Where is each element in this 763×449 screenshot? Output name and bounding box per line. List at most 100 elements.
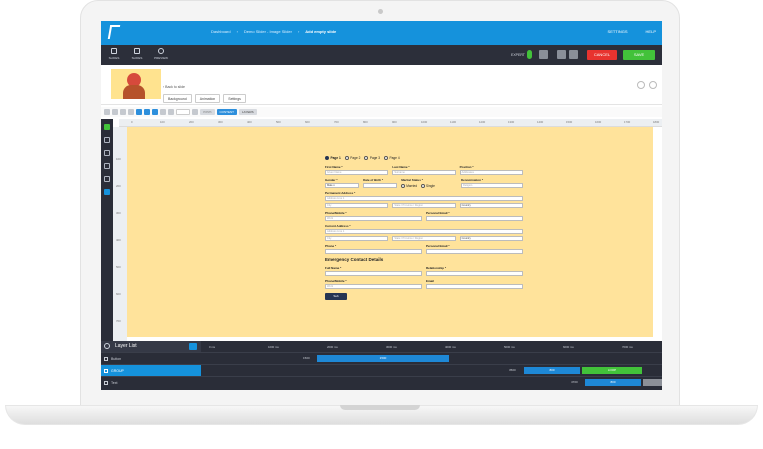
lock-button[interactable]: [539, 50, 548, 59]
form-icon[interactable]: [104, 189, 110, 195]
slide-tabs: Background Animation Settings: [163, 94, 246, 103]
single-label: Single: [426, 183, 435, 188]
help-link[interactable]: HELP: [646, 29, 656, 34]
permanent-address-label: Permanent Address *: [325, 191, 356, 195]
marital-radios: Married Single: [401, 183, 457, 188]
last-name-label: Last Name *: [392, 165, 410, 169]
text-icon[interactable]: [104, 150, 110, 156]
phone-mobile-2-input[interactable]: Work: [325, 284, 422, 289]
animation-tab[interactable]: Animation: [194, 94, 221, 103]
button-icon[interactable]: [104, 176, 110, 182]
personal-email-2-input[interactable]: [426, 249, 523, 254]
ruler-tick: 100: [160, 120, 165, 124]
breadcrumb-separator: ›: [297, 29, 300, 34]
single-radio[interactable]: Single: [421, 183, 435, 188]
expert-toggle[interactable]: [527, 50, 532, 59]
ruler-tick: 400: [116, 238, 121, 242]
last-name-input[interactable]: Surname: [392, 170, 456, 175]
permanent-country-select[interactable]: Country: [459, 203, 523, 208]
redo-icon[interactable]: [112, 109, 118, 115]
current-address-input[interactable]: Address Line 1: [325, 229, 523, 234]
prev-button[interactable]: [557, 50, 566, 59]
gear-icon[interactable]: [649, 81, 657, 89]
undo-icon[interactable]: [104, 109, 110, 115]
slide-thumbnail[interactable]: [111, 69, 161, 99]
permanent-state-input[interactable]: State / Province / Region: [392, 203, 456, 208]
married-radio[interactable]: Married: [401, 183, 417, 188]
animation-bar[interactable]: 800: [585, 379, 641, 386]
email-input[interactable]: [426, 284, 523, 289]
ruler-tick: 900: [392, 120, 397, 124]
settings-tab[interactable]: Settings: [223, 94, 246, 103]
denomination-field: Denomination * Religion: [460, 178, 523, 188]
cancel-button[interactable]: CANCEL: [587, 50, 617, 60]
responsive-button[interactable]: ▭▭▭: [200, 109, 215, 115]
gender-select[interactable]: Male ▾: [325, 183, 360, 188]
ruler-tick: 1400: [537, 120, 544, 124]
slide-canvas[interactable]: Page 1 Page 2 Page 3 Page 4 First Name *…: [127, 127, 653, 337]
grid-toggle-icon[interactable]: [144, 109, 150, 115]
align-icon[interactable]: [136, 109, 142, 115]
edit-icon[interactable]: [637, 81, 645, 89]
first-name-input[interactable]: Given Name: [325, 170, 389, 175]
form-steps: Page 1 Page 2 Page 3 Page 4: [325, 156, 523, 160]
step-1[interactable]: Page 1: [325, 156, 341, 160]
ruler-tick: 1000: [421, 120, 428, 124]
layer-row[interactable]: Button: [101, 352, 201, 364]
denomination-input[interactable]: Religion: [460, 183, 523, 188]
time-tick: 7000 ms: [622, 345, 633, 349]
step-3-label: Page 3: [369, 156, 380, 160]
image-icon[interactable]: [104, 163, 110, 169]
step-dot-active: [325, 156, 329, 160]
submit-button[interactable]: Sub: [325, 293, 347, 300]
next-button[interactable]: [569, 50, 578, 59]
step-4[interactable]: Page 4: [384, 156, 400, 160]
position-input[interactable]: Addresses: [459, 170, 523, 175]
layer-row-active[interactable]: GROUP: [101, 364, 201, 376]
zoom-out-icon[interactable]: [160, 109, 166, 115]
back-to-slide-link[interactable]: ‹ Back to slide: [163, 85, 185, 89]
current-city-input[interactable]: City: [325, 236, 389, 241]
form-row: Phone/Mobile * Work Email: [325, 279, 523, 289]
out-animation-bar[interactable]: 800: [643, 379, 662, 386]
save-button[interactable]: SAVE: [623, 50, 655, 60]
step-3[interactable]: Page 3: [364, 156, 380, 160]
breadcrumb-slider[interactable]: Demo Slider - Image Slider: [244, 29, 292, 34]
heading-icon[interactable]: [104, 137, 110, 143]
phone-mobile-input[interactable]: Work: [325, 216, 422, 221]
current-country-select[interactable]: Country: [459, 236, 523, 241]
marital-field: Marital Status * Married Single: [401, 178, 457, 188]
add-layer-icon[interactable]: [104, 124, 110, 130]
vertical-ruler: 100 200 300 400 500 600 700: [113, 127, 127, 344]
play-button[interactable]: [189, 343, 197, 350]
slides-tool[interactable]: SLIDES: [103, 48, 125, 60]
zoom-field[interactable]: [176, 109, 190, 115]
breadcrumb-dashboard[interactable]: Dashboard: [211, 29, 231, 34]
preview-tool[interactable]: PREVIEW: [150, 48, 172, 60]
time-tick: 4000 ms: [445, 345, 456, 349]
snap-icon[interactable]: [152, 109, 158, 115]
zoom-in-icon[interactable]: [168, 109, 174, 115]
layers-button[interactable]: LAYERS: [239, 109, 257, 115]
phone-input[interactable]: [325, 249, 422, 254]
permanent-address-input[interactable]: Address Line 1: [325, 196, 523, 201]
marital-label: Marital Status *: [401, 178, 423, 182]
background-tab[interactable]: Background: [163, 94, 192, 103]
copy-icon[interactable]: [128, 109, 134, 115]
layers-tool[interactable]: SLIDES: [126, 48, 148, 60]
permanent-city-input[interactable]: City: [325, 203, 389, 208]
cut-icon[interactable]: [120, 109, 126, 115]
device-icon[interactable]: [192, 109, 198, 115]
layer-row[interactable]: Text: [101, 376, 201, 388]
step-2[interactable]: Page 2: [344, 156, 360, 160]
loop-bar[interactable]: LOOP: [582, 367, 642, 374]
dob-input[interactable]: [363, 183, 398, 188]
animation-bar[interactable]: 1500: [317, 355, 449, 362]
full-name-input[interactable]: [325, 271, 422, 276]
personal-email-input[interactable]: [426, 216, 523, 221]
content-button[interactable]: CONTENT: [216, 109, 238, 115]
relationship-input[interactable]: [426, 271, 523, 276]
current-state-input[interactable]: State / Province / Region: [392, 236, 456, 241]
animation-bar[interactable]: 800: [524, 367, 580, 374]
settings-link[interactable]: SETTINGS: [608, 29, 628, 34]
